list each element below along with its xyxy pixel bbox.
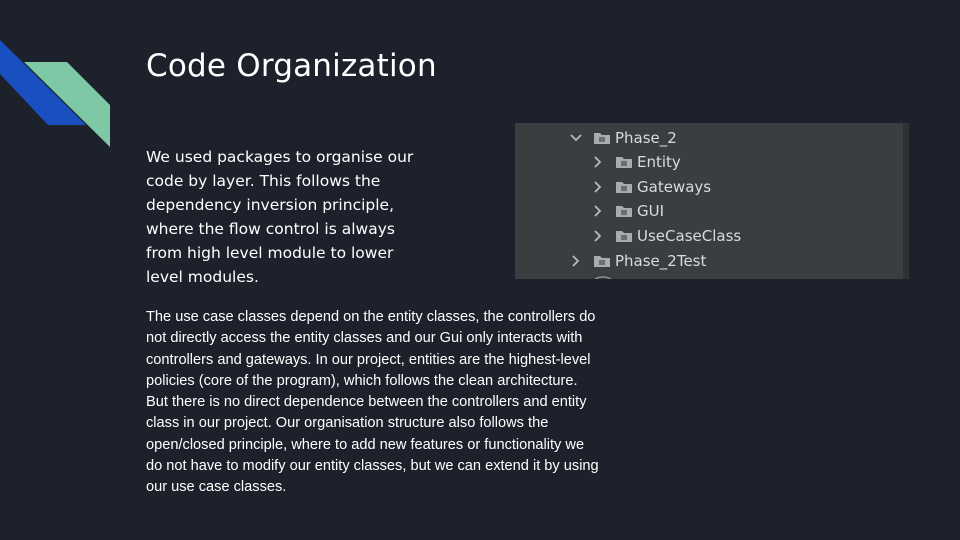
tree-item-gateways[interactable]: Gateways	[591, 175, 711, 199]
chevron-right-icon[interactable]	[591, 229, 605, 243]
folder-icon	[616, 206, 632, 217]
body-paragraph: The use case classes depend on the entit…	[146, 309, 599, 496]
tree-item-phase-2[interactable]: Phase_2	[569, 126, 677, 150]
folder-icon	[616, 231, 632, 242]
chevron-right-icon[interactable]	[591, 180, 605, 194]
tree-item-phase-2-test[interactable]: Phase_2Test	[569, 249, 706, 273]
tree-item-entity[interactable]: Entity	[591, 150, 681, 174]
decorative-chevron-shape	[0, 40, 110, 147]
project-tree-panel: Phase_2 Entity Gateways GUI UseCaseClass…	[515, 123, 909, 279]
tree-item-label: Gateways	[637, 178, 712, 196]
chevron-down-icon[interactable]	[569, 131, 583, 145]
tree-scrollbar-track	[903, 123, 909, 279]
chevron-right-icon[interactable]	[591, 204, 605, 218]
folder-icon	[616, 157, 632, 168]
tree-item-usecaseclass[interactable]: UseCaseClass	[591, 224, 741, 248]
tree-item-label: GUI	[637, 202, 665, 220]
slide-title: Code Organization	[146, 48, 437, 84]
tree-item-label: Phase_2Test	[615, 252, 707, 270]
chevron-right-icon[interactable]	[591, 155, 605, 169]
folder-icon	[616, 182, 632, 193]
folder-icon	[594, 133, 610, 144]
tree-item-label: UseCaseClass	[637, 227, 742, 245]
chevron-right-icon[interactable]	[569, 254, 583, 268]
tree-item-gui[interactable]: GUI	[591, 199, 664, 223]
tree-item-label: Phase_2	[615, 129, 677, 147]
tree-item-label: Entity	[637, 153, 681, 171]
cropped-row-fragment	[594, 276, 612, 279]
intro-paragraph: We used packages to organise our code by…	[146, 148, 414, 286]
folder-icon	[594, 256, 610, 267]
